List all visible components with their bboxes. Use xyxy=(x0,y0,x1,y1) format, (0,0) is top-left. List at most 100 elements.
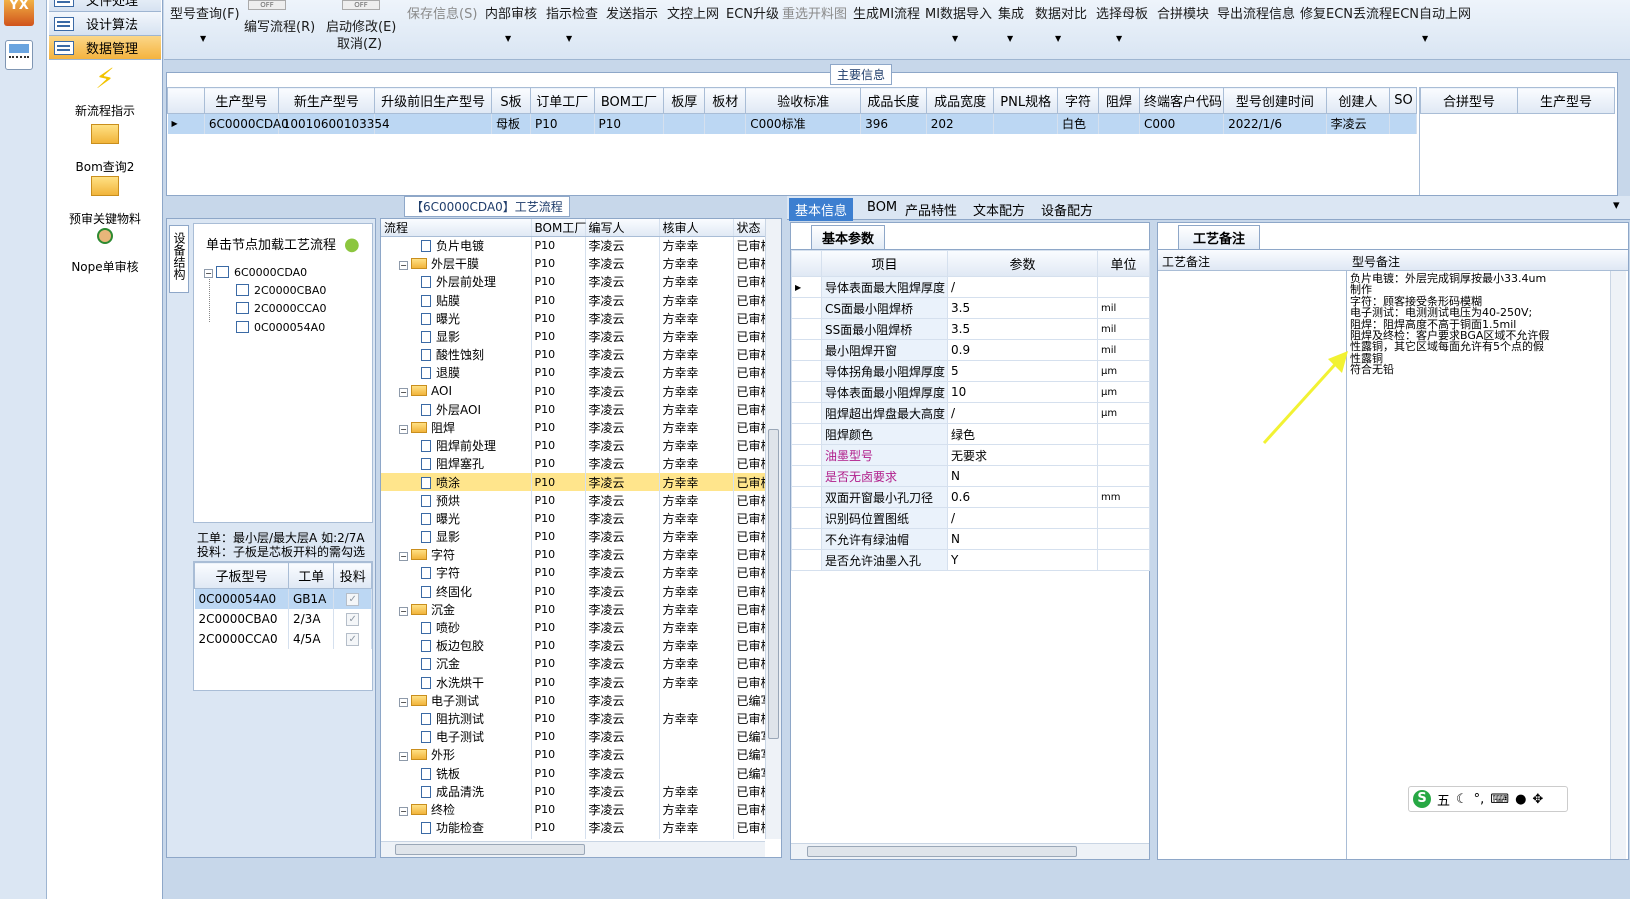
process-row[interactable]: 外层AOI P10李凌云方幸幸已审核 xyxy=(381,400,765,419)
scroll-thumb[interactable] xyxy=(768,429,779,739)
chevron-down-icon[interactable]: ▾ xyxy=(1607,196,1626,215)
keyboard-icon[interactable]: ⌨ xyxy=(1490,792,1509,807)
process-row[interactable]: 喷涂 P10李凌云方幸幸已审核 xyxy=(381,472,765,492)
cell[interactable] xyxy=(663,113,706,134)
process-row[interactable]: 铣板 P10李凌云 已编写 xyxy=(381,763,765,783)
collapse-icon[interactable]: − xyxy=(399,697,408,707)
process-row[interactable]: 外层前处理 P10李凌云方幸幸已审核 xyxy=(381,272,765,292)
col-header[interactable]: 工单 xyxy=(287,562,335,589)
param-row[interactable]: 不允许有绿油帽 N xyxy=(791,528,1150,550)
generate-mi-button[interactable]: 生成MI流程 xyxy=(853,3,920,22)
tree-node-root[interactable]: − 6C0000CDA0 xyxy=(204,266,307,279)
col-header[interactable]: 编写人 xyxy=(585,219,660,237)
table-row[interactable]: 2C0000CBA0 2/3A ✓ xyxy=(194,608,372,629)
param-value[interactable]: N xyxy=(947,528,1098,550)
col-header[interactable]: 终端客户代码 xyxy=(1139,87,1225,114)
col-header[interactable]: 投料 xyxy=(333,562,372,589)
col-header[interactable]: 创建人 xyxy=(1325,87,1391,114)
col-header[interactable]: 型号创建时间 xyxy=(1223,87,1327,114)
cell[interactable] xyxy=(704,113,747,134)
collapse-icon[interactable]: − xyxy=(399,806,408,816)
process-row[interactable]: 曝光 P10李凌云方幸幸已审核 xyxy=(381,509,765,528)
collapse-icon[interactable]: − xyxy=(204,269,213,278)
scroll-thumb[interactable] xyxy=(395,844,585,855)
col-header[interactable]: 流程 xyxy=(381,219,532,237)
col-header[interactable]: 状态 xyxy=(733,219,765,237)
process-row[interactable]: 退膜 P10李凌云方幸幸已审核 xyxy=(381,363,765,382)
cancel-button[interactable]: 取消(Z) xyxy=(337,33,382,52)
reselect-cutting-button[interactable]: 重选开料图 xyxy=(782,3,847,22)
collapse-icon[interactable]: − xyxy=(399,752,408,762)
col-header[interactable]: 项目 xyxy=(821,250,948,277)
chevron-down-icon[interactable]: ▼ xyxy=(200,34,206,43)
cell[interactable]: 2022/1/6 xyxy=(1223,113,1327,134)
collapse-icon[interactable]: − xyxy=(399,388,408,398)
model-query-button[interactable]: 型号查询(F) xyxy=(170,3,240,22)
chevron-down-icon[interactable]: ▼ xyxy=(1116,34,1122,43)
merge-module-button[interactable]: 合拼模块 xyxy=(1157,3,1209,22)
collapse-icon[interactable]: − xyxy=(399,552,408,562)
process-row[interactable]: − 外形 P10李凌云 已编写 xyxy=(381,745,765,764)
chevron-down-icon[interactable]: ▼ xyxy=(1422,34,1428,43)
mi-import-button[interactable]: MI数据导入 xyxy=(925,3,992,22)
process-row[interactable]: 水洗烘干 P10李凌云方幸幸已审核 xyxy=(381,673,765,692)
cell[interactable] xyxy=(1098,113,1141,134)
process-row[interactable]: 沉金 P10李凌云方幸幸已审核 xyxy=(381,654,765,673)
process-row[interactable]: 电子测试 P10李凌云 已编写 xyxy=(381,727,765,746)
ime-toolbar[interactable]: S 五 ☾ °, ⌨ ● ✥ xyxy=(1408,786,1568,812)
param-row[interactable]: 阻焊颜色 绿色 xyxy=(791,423,1150,445)
col-header[interactable]: 升级前旧生产型号 xyxy=(374,87,493,114)
feed-checkbox[interactable]: ✓ xyxy=(333,608,372,629)
process-row[interactable]: 终固化 P10李凌云方幸幸已审核 xyxy=(381,582,765,601)
param-value[interactable]: / xyxy=(947,507,1098,529)
send-instruction-button[interactable]: 发送指示 xyxy=(606,3,658,22)
param-value[interactable]: 3.5 xyxy=(947,318,1098,340)
internal-review-button[interactable]: 内部审核 xyxy=(485,3,537,22)
param-row[interactable]: 导体拐角最小阻焊厚度 5 μm xyxy=(791,360,1150,382)
table-row[interactable]: 2C0000CCA0 4/5A ✓ xyxy=(194,628,372,649)
process-row[interactable]: − 沉金 P10李凌云方幸幸已审核 xyxy=(381,600,765,619)
merge-col-production[interactable]: 生产型号 xyxy=(1517,87,1615,114)
nav-item-file[interactable]: 文件处理 xyxy=(49,0,161,12)
param-row[interactable]: 识别码位置图纸 / xyxy=(791,507,1150,529)
col-header[interactable]: 单位 xyxy=(1097,250,1150,277)
col-header[interactable]: PNL规格 xyxy=(993,87,1058,114)
subtab-basic-params[interactable]: 基本参数 xyxy=(811,225,886,249)
process-row[interactable]: 外观检查P10李凌云方幸幸已审核 xyxy=(381,836,765,839)
process-hscroll[interactable] xyxy=(381,841,765,857)
tool-bom-query[interactable]: Bom查询2 xyxy=(49,118,161,175)
collapse-icon[interactable]: − xyxy=(399,261,408,271)
process-row[interactable]: 预烘 P10李凌云方幸幸已审核 xyxy=(381,491,765,510)
cell[interactable]: C000 xyxy=(1139,113,1225,134)
tool-new-flow[interactable]: ⚡ 新流程指示 xyxy=(49,62,161,119)
cell[interactable] xyxy=(374,113,493,134)
col-header[interactable]: BOM工厂 xyxy=(593,87,665,114)
sub-order[interactable]: 4/5A xyxy=(288,628,335,649)
col-header[interactable]: 参数 xyxy=(947,250,1098,277)
select-mother-board-button[interactable]: 选择母板 xyxy=(1096,3,1148,22)
grid-icon[interactable]: ✥ xyxy=(1532,792,1543,807)
param-row[interactable]: 最小阻焊开窗 0.9 mil xyxy=(791,339,1150,361)
col-header[interactable]: 生产型号 xyxy=(203,87,279,114)
col-header[interactable]: 成品长度 xyxy=(860,87,927,114)
param-value[interactable]: / xyxy=(947,402,1098,424)
ecn-upgrade-button[interactable]: ECN升级 xyxy=(726,3,779,22)
process-row[interactable]: 阻抗测试 P10李凌云方幸幸已审核 xyxy=(381,709,765,728)
tab-product-features[interactable]: 产品特性 xyxy=(899,198,963,221)
col-header[interactable]: 阻焊 xyxy=(1097,87,1141,114)
col-header[interactable]: 订单工厂 xyxy=(529,87,595,114)
integrate-button[interactable]: 集成 xyxy=(998,3,1024,22)
write-flow-button[interactable]: 编写流程(R) xyxy=(244,16,315,35)
collapse-icon[interactable]: − xyxy=(399,606,408,616)
chevron-down-icon[interactable]: ▼ xyxy=(1055,34,1061,43)
cell[interactable] xyxy=(993,113,1058,134)
scroll-thumb[interactable] xyxy=(807,846,1077,857)
process-row[interactable]: − 外层干膜 P10李凌云方幸幸已审核 xyxy=(381,254,765,273)
process-vscroll[interactable] xyxy=(765,219,781,839)
ecn-auto-online-button[interactable]: ECN自动上网 xyxy=(1392,3,1471,22)
col-header[interactable]: 验收标准 xyxy=(745,87,862,114)
col-header[interactable]: 工艺备注 xyxy=(1162,253,1210,270)
process-row[interactable]: 阻焊塞孔 P10李凌云方幸幸已审核 xyxy=(381,454,765,473)
param-value[interactable]: Y xyxy=(947,549,1098,571)
moon-icon[interactable]: ☾ xyxy=(1456,792,1468,807)
